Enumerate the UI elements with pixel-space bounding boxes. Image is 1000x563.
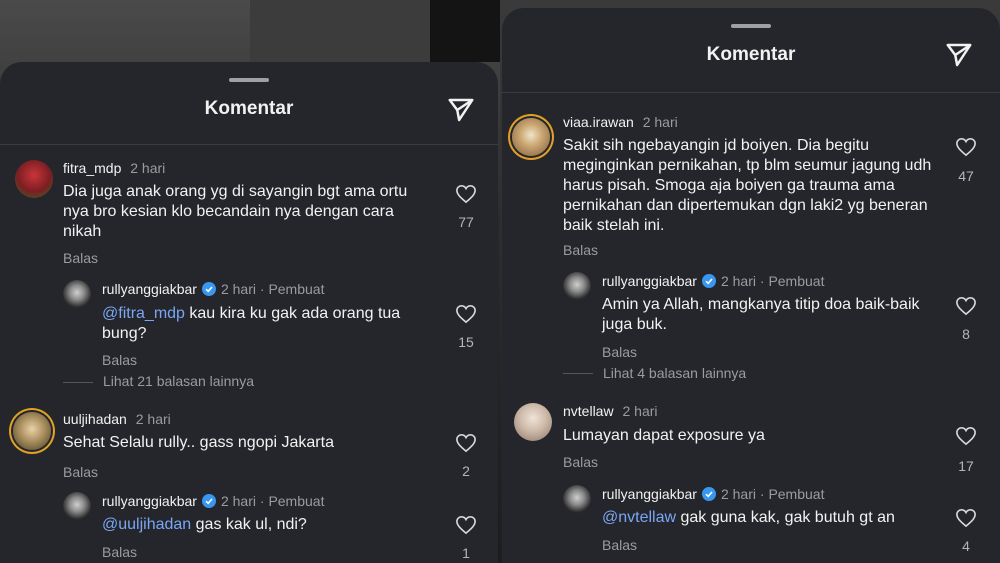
username[interactable]: viaa.irawan	[563, 114, 634, 130]
timestamp: 2 hari	[622, 403, 658, 419]
view-more-replies[interactable]: Lihat 21 balasan lainnya	[103, 373, 254, 389]
reply-header: rullyanggiakbar 2 hari · Pembuat	[102, 281, 325, 297]
timestamp: 2 hari	[642, 114, 678, 130]
divider-line	[563, 373, 593, 374]
reply-button[interactable]: Balas	[102, 544, 137, 560]
comment-text: Sehat Selalu rully.. gass ngopi Jakarta	[63, 434, 334, 451]
timestamp: 2 hari	[135, 411, 171, 427]
header-divider	[0, 144, 498, 145]
avatar[interactable]	[563, 272, 591, 300]
drag-handle[interactable]	[229, 78, 269, 82]
background-shape	[430, 0, 500, 62]
creator-label: Pembuat	[268, 281, 325, 297]
send-icon[interactable]	[446, 95, 476, 125]
heart-icon[interactable]	[955, 296, 977, 316]
view-more-replies[interactable]: Lihat 4 balasan lainnya	[603, 365, 746, 381]
verified-badge-icon	[701, 487, 716, 501]
reply-button[interactable]: Balas	[602, 344, 637, 360]
mention-link[interactable]: @uuljihadan	[102, 516, 191, 533]
username[interactable]: nvtellaw	[563, 403, 614, 419]
like-count: 77	[458, 214, 474, 230]
heart-icon[interactable]	[955, 426, 977, 446]
reply-button[interactable]: Balas	[602, 537, 637, 553]
reply-header: rullyanggiakbar 2 hari · Pembuat	[602, 273, 825, 289]
reply-button[interactable]: Balas	[563, 242, 598, 258]
verified-badge-icon	[201, 494, 216, 508]
avatar[interactable]	[13, 412, 51, 450]
reply-header: rullyanggiakbar 2 hari · Pembuat	[102, 493, 325, 509]
reply-button[interactable]: Balas	[63, 464, 98, 480]
mention-link[interactable]: @nvtellaw	[602, 509, 676, 526]
username[interactable]: fitra_mdp	[63, 160, 121, 176]
timestamp: 2 hari	[220, 493, 256, 509]
verified-badge-icon	[701, 274, 716, 288]
avatar[interactable]	[15, 160, 53, 198]
heart-icon[interactable]	[955, 137, 977, 157]
sheet-title: Komentar	[706, 44, 796, 65]
reply-text: @fitra_mdp kau kira ku gak ada orang tua…	[102, 305, 401, 342]
divider-line	[63, 382, 93, 383]
comment-header: uuljihadan 2 hari	[63, 411, 171, 427]
like-count: 1	[462, 545, 470, 561]
like-count: 2	[462, 463, 470, 479]
background-shape	[250, 0, 430, 62]
avatar[interactable]	[63, 280, 91, 308]
username[interactable]: uuljihadan	[63, 411, 127, 427]
avatar[interactable]	[563, 485, 591, 513]
username[interactable]: rullyanggiakbar	[602, 486, 697, 502]
timestamp: 2 hari	[720, 273, 756, 289]
comment-text: Lumayan dapat exposure ya	[563, 427, 765, 444]
comments-sheet-left: Komentar fitra_mdp 2 hari Dia juga anak …	[0, 62, 498, 563]
username[interactable]: rullyanggiakbar	[102, 281, 197, 297]
reply-text: @uuljihadan gas kak ul, ndi?	[102, 516, 307, 533]
avatar[interactable]	[512, 118, 550, 156]
send-icon[interactable]	[944, 40, 974, 70]
like-count: 47	[958, 168, 974, 184]
drag-handle[interactable]	[731, 24, 771, 28]
like-count: 8	[962, 326, 970, 342]
reply-button[interactable]: Balas	[102, 352, 137, 368]
heart-icon[interactable]	[455, 433, 477, 453]
reply-text: Amin ya Allah, mangkanya titip doa baik-…	[602, 296, 920, 333]
heart-icon[interactable]	[455, 304, 477, 324]
comment-text: Sakit sih ngebayangin jd boiyen. Dia beg…	[563, 137, 932, 234]
reply-header: rullyanggiakbar 2 hari · Pembuat	[602, 486, 825, 502]
heart-icon[interactable]	[955, 508, 977, 528]
avatar[interactable]	[63, 492, 91, 520]
comment-header: nvtellaw 2 hari	[563, 403, 658, 419]
comment-header: fitra_mdp 2 hari	[63, 160, 165, 176]
timestamp: 2 hari	[720, 486, 756, 502]
timestamp: 2 hari	[220, 281, 256, 297]
reply-text: @nvtellaw gak guna kak, gak butuh gt an	[602, 509, 895, 526]
timestamp: 2 hari	[130, 160, 166, 176]
verified-badge-icon	[201, 282, 216, 296]
creator-label: Pembuat	[768, 486, 825, 502]
creator-label: Pembuat	[268, 493, 325, 509]
like-count: 17	[958, 458, 974, 474]
header-divider	[502, 92, 1000, 93]
username[interactable]: rullyanggiakbar	[602, 273, 697, 289]
mention-link[interactable]: @fitra_mdp	[102, 305, 185, 322]
reply-button[interactable]: Balas	[63, 250, 98, 266]
reply-button[interactable]: Balas	[563, 454, 598, 470]
creator-label: Pembuat	[768, 273, 825, 289]
like-count: 4	[962, 538, 970, 554]
like-count: 15	[458, 334, 474, 350]
comments-sheet-right: Komentar viaa.irawan 2 hari Sakit sih ng…	[502, 8, 1000, 563]
heart-icon[interactable]	[455, 184, 477, 204]
avatar[interactable]	[514, 403, 552, 441]
comment-text: Dia juga anak orang yg di sayangin bgt a…	[63, 183, 408, 240]
comment-header: viaa.irawan 2 hari	[563, 114, 678, 130]
heart-icon[interactable]	[455, 515, 477, 535]
sheet-title: Komentar	[204, 98, 294, 119]
username[interactable]: rullyanggiakbar	[102, 493, 197, 509]
